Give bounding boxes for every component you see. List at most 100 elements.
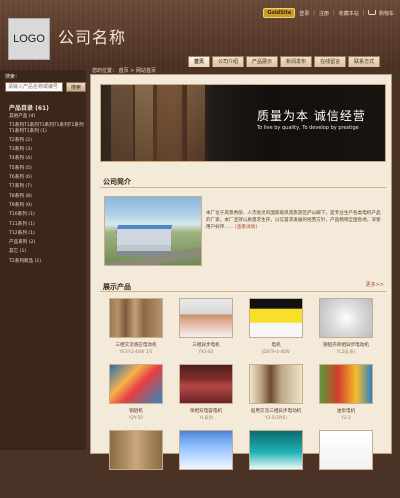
banner-tagline: To live by quality, To develop by presti…: [257, 125, 359, 131]
product-thumb: [179, 298, 233, 338]
product-code: YL2(JL系): [336, 349, 356, 354]
intro-section-title: 公司简介: [103, 178, 131, 186]
nav-tab-about[interactable]: 公司介绍: [212, 56, 245, 67]
banner-leather-strip: [187, 85, 205, 161]
product-card[interactable]: 单相双电容电机 YL系列: [179, 364, 233, 432]
product-code: YL系列: [199, 415, 213, 420]
product-name: 油泵电机: [336, 409, 356, 414]
category-item[interactable]: T3系列 (3): [9, 147, 84, 152]
nav-tab-news[interactable]: 新闻发布: [280, 56, 313, 67]
product-thumb: [319, 298, 373, 338]
category-item[interactable]: T4系列 (4): [9, 156, 84, 161]
product-code: Y3-5/3P(6): [265, 415, 287, 420]
product-code: Y2Y-5R: [128, 415, 144, 420]
product-card[interactable]: 钢铝壳单相异步电动机 YL2(JL系): [319, 298, 373, 366]
intro-paragraph: 本厂位于风景秀丽、人杰地灵的国家级风景旅游区庐山脚下，是专业生产各类电机产品的厂…: [206, 211, 381, 230]
nav-tab-products[interactable]: 产品展示: [246, 56, 279, 67]
category-item[interactable]: T10系列 (1): [9, 212, 84, 217]
product-grid: 三相交流感应电动机 YE3-Y2-40W 3/1 三相异步电机 YX3-B3 电…: [103, 298, 385, 470]
nav-tab-home[interactable]: 首页: [188, 56, 211, 67]
product-thumb: [179, 364, 233, 404]
register-link[interactable]: 注册: [319, 10, 329, 17]
category-item[interactable]: T9系列 (9): [9, 203, 84, 208]
category-item[interactable]: T5系列 (5): [9, 166, 84, 171]
product-name: 三相交流感应电动机: [115, 343, 157, 348]
product-card[interactable]: 电机 JD079-4-40W: [249, 298, 303, 366]
product-name: 单相双电容电机: [189, 409, 223, 414]
intro-text: 本厂位于风景秀丽、人杰地灵的国家级风景旅游区庐山脚下，是专业生产各类电机产品的厂…: [206, 210, 384, 231]
category-item[interactable]: T2系列新品 (1): [9, 259, 84, 264]
search-input[interactable]: [5, 82, 63, 92]
login-link[interactable]: 登录: [299, 10, 309, 17]
cart-link[interactable]: 购物车: [368, 9, 394, 17]
category-item[interactable]: T11系列 (1): [9, 222, 84, 227]
top-links: GoldSite 登录 | 注册 | 收藏本站 | 购物车: [263, 8, 394, 18]
product-card[interactable]: [109, 430, 163, 498]
product-thumb: [179, 430, 233, 470]
product-code: Y2-2: [341, 415, 351, 420]
nav-tab-contact[interactable]: 联系方式: [348, 56, 381, 67]
search-label: 搜索：: [5, 74, 21, 80]
product-thumb: [109, 364, 163, 404]
products-more-link[interactable]: 更多>>: [366, 281, 384, 288]
company-photo: [104, 196, 202, 266]
product-name: 钢铝壳单相异步电动机: [323, 343, 369, 348]
search-row: 搜索: [5, 82, 86, 92]
intro-more-link[interactable]: [查看详情]: [235, 225, 257, 230]
banner-leather-strip: [111, 85, 133, 161]
product-thumb: [319, 430, 373, 470]
product-card[interactable]: [249, 430, 303, 498]
category-item[interactable]: 其它 (1): [9, 249, 84, 254]
top-sep: |: [362, 10, 365, 16]
product-card[interactable]: 三相异步电机 YX3-B3: [179, 298, 233, 366]
product-card[interactable]: [179, 430, 233, 498]
banner-leather-strip: [135, 85, 153, 161]
category-item[interactable]: T2系列 (2): [9, 138, 84, 143]
category-item[interactable]: T1系列T1系列T1系列T1系列T1系列T1系列T1系列 (1): [9, 123, 84, 134]
category-title: 产品目录 (61): [9, 105, 49, 112]
product-name: 船用交流三相异步电动机: [250, 409, 302, 414]
category-item[interactable]: T7系列 (7): [9, 184, 84, 189]
product-name: 电机: [271, 343, 281, 348]
product-thumb: [249, 430, 303, 470]
category-item[interactable]: T12系列 (1): [9, 231, 84, 236]
cart-icon: [368, 9, 377, 15]
product-code: YX3-B3: [198, 349, 214, 354]
product-name: 三相异步电机: [192, 343, 220, 348]
product-thumb: [109, 298, 163, 338]
products-divider: [100, 291, 386, 292]
banner-leather-strip: [157, 85, 182, 161]
top-sep: |: [313, 10, 315, 16]
category-item[interactable]: 其他产品 (4): [9, 114, 84, 119]
site-logo[interactable]: LOGO: [8, 18, 50, 60]
search-button[interactable]: 搜索: [66, 82, 86, 92]
product-thumb: [249, 298, 303, 338]
category-list: 其他产品 (4) T1系列T1系列T1系列T1系列T1系列T1系列T1系列 (1…: [9, 114, 84, 268]
breadcrumb: 您的位置： 首页 > 网站首页: [92, 67, 156, 74]
hero-banner: 质量为本 诚信经营 To live by quality, To develop…: [100, 84, 386, 162]
product-card[interactable]: 油泵电机 Y2-2: [319, 364, 373, 432]
intro-divider: [100, 187, 386, 188]
company-name: 公司名称: [58, 28, 127, 47]
product-code: YE3-Y2-40W 3/1: [119, 349, 153, 354]
favorite-link[interactable]: 收藏本站: [339, 10, 359, 17]
product-card[interactable]: 钢铝机 Y2Y-5R: [109, 364, 163, 432]
product-thumb: [319, 364, 373, 404]
product-thumb: [249, 364, 303, 404]
product-card[interactable]: 三相交流感应电动机 YE3-Y2-40W 3/1: [109, 298, 163, 366]
goldsite-badge[interactable]: GoldSite: [263, 8, 296, 18]
category-item[interactable]: T6系列 (6): [9, 175, 84, 180]
banner-headline: 质量为本 诚信经营: [257, 109, 366, 123]
product-name: 钢铝机: [129, 409, 143, 414]
factory-building: [117, 229, 171, 255]
nav-tab-message[interactable]: 在线留言: [314, 56, 347, 67]
product-card[interactable]: 船用交流三相异步电动机 Y3-5/3P(6): [249, 364, 303, 432]
product-card[interactable]: [319, 430, 373, 498]
main-nav: 首页 公司介绍 产品展示 新闻发布 在线留言 联系方式: [188, 56, 381, 68]
product-thumb: [109, 430, 163, 470]
product-code: JD079-4-40W: [262, 349, 290, 354]
category-item[interactable]: T8系列 (8): [9, 194, 84, 199]
top-sep: |: [333, 10, 335, 16]
cart-label: 购物车: [378, 10, 394, 17]
category-item[interactable]: 产品系列 (2): [9, 240, 84, 245]
